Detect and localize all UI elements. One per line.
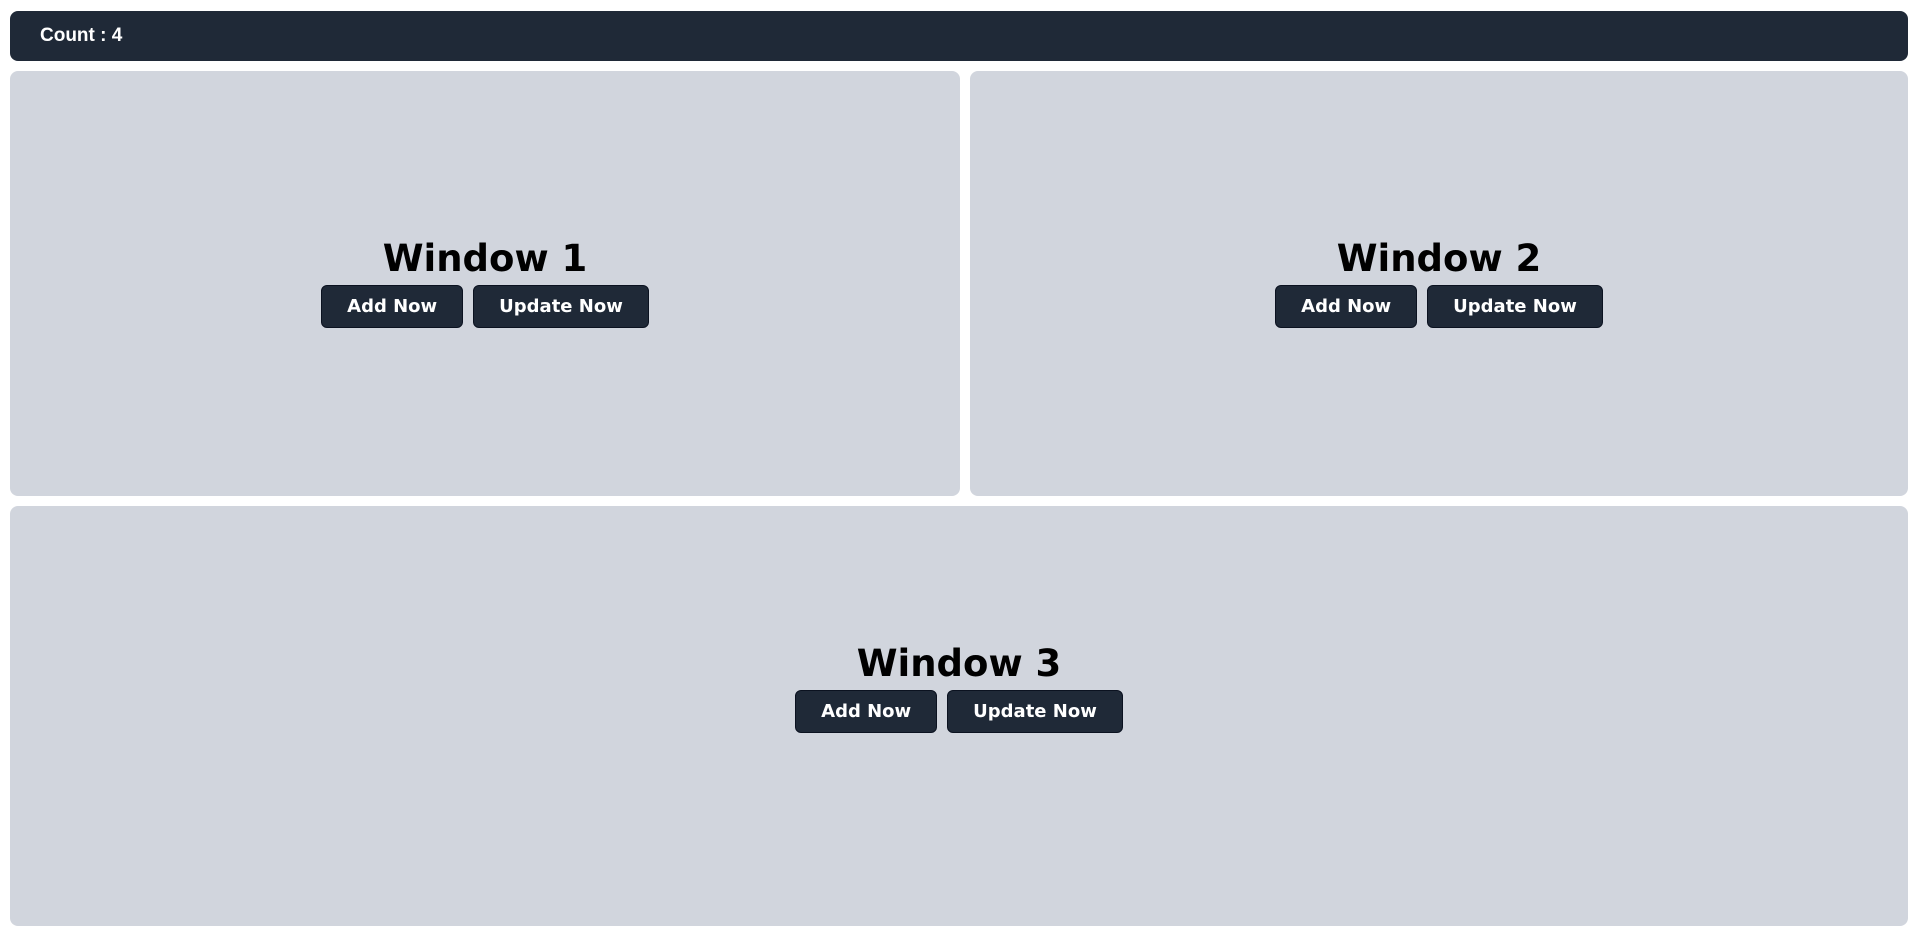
window-panel-2: Window 2 Add Now Update Now	[970, 71, 1908, 496]
window-1-update-now-button[interactable]: Update Now	[473, 285, 649, 329]
window-panel-1: Window 1 Add Now Update Now	[10, 71, 960, 496]
window-3-button-row: Add Now Update Now	[795, 690, 1123, 734]
window-2-update-now-button[interactable]: Update Now	[1427, 285, 1603, 329]
window-1-button-row: Add Now Update Now	[321, 285, 649, 329]
window-3-content: Window 3 Add Now Update Now	[795, 641, 1123, 734]
window-2-content: Window 2 Add Now Update Now	[1275, 236, 1603, 329]
count-header-bar: Count : 4	[10, 11, 1908, 61]
window-1-title: Window 1	[382, 236, 588, 280]
window-panel-3: Window 3 Add Now Update Now	[10, 506, 1908, 926]
window-2-title: Window 2	[1336, 236, 1542, 280]
window-3-update-now-button[interactable]: Update Now	[947, 690, 1123, 734]
window-2-add-now-button[interactable]: Add Now	[1275, 285, 1418, 329]
count-label: Count : 4	[40, 25, 123, 46]
window-3-title: Window 3	[856, 641, 1062, 685]
window-2-button-row: Add Now Update Now	[1275, 285, 1603, 329]
window-1-add-now-button[interactable]: Add Now	[321, 285, 464, 329]
window-3-add-now-button[interactable]: Add Now	[795, 690, 938, 734]
window-1-content: Window 1 Add Now Update Now	[321, 236, 649, 329]
